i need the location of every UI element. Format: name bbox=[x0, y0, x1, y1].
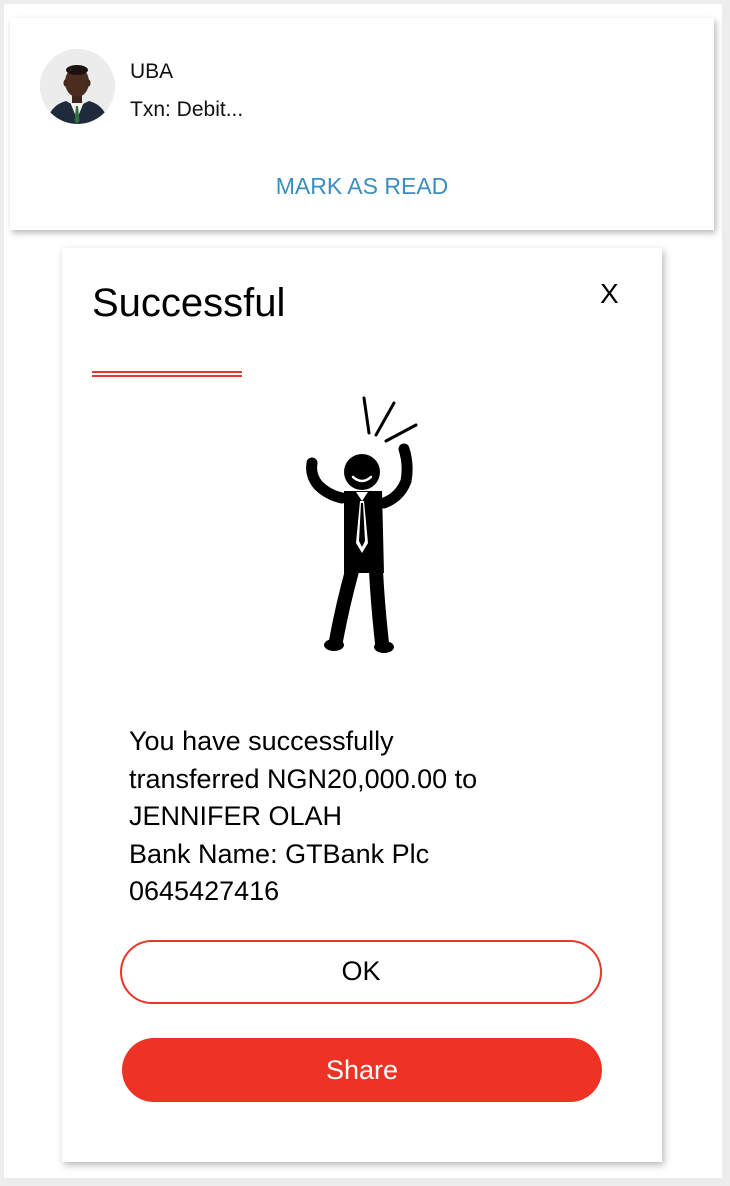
message-line: JENNIFER OLAH bbox=[129, 801, 343, 831]
celebrating-person-icon bbox=[292, 393, 432, 663]
dialog-title: Successful bbox=[92, 281, 286, 325]
message-line: Bank Name: GTBank Plc bbox=[129, 838, 430, 869]
share-button[interactable]: Share bbox=[122, 1038, 602, 1102]
notification-sender: UBA bbox=[130, 60, 174, 83]
message-line: You have successfully bbox=[129, 726, 394, 756]
success-dialog: Successful X You have successfully trans… bbox=[62, 248, 662, 1162]
avatar bbox=[40, 49, 115, 124]
notification-card[interactable]: UBA Txn: Debit... MARK AS READ bbox=[10, 18, 714, 230]
mark-as-read-link[interactable]: MARK AS READ bbox=[10, 173, 714, 200]
title-underline-divider bbox=[92, 371, 242, 377]
user-avatar-photo-icon bbox=[40, 49, 115, 124]
notification-preview: Txn: Debit... bbox=[130, 98, 244, 121]
transfer-message: You have successfully transferred NGN20,… bbox=[129, 723, 599, 911]
message-line: 0645427416 bbox=[129, 876, 280, 906]
close-button[interactable]: X bbox=[600, 278, 619, 310]
screen-frame: UBA Txn: Debit... MARK AS READ Successfu… bbox=[0, 0, 730, 1186]
message-line: transferred NGN20,000.00 to bbox=[129, 763, 478, 794]
ok-button[interactable]: OK bbox=[120, 940, 602, 1004]
